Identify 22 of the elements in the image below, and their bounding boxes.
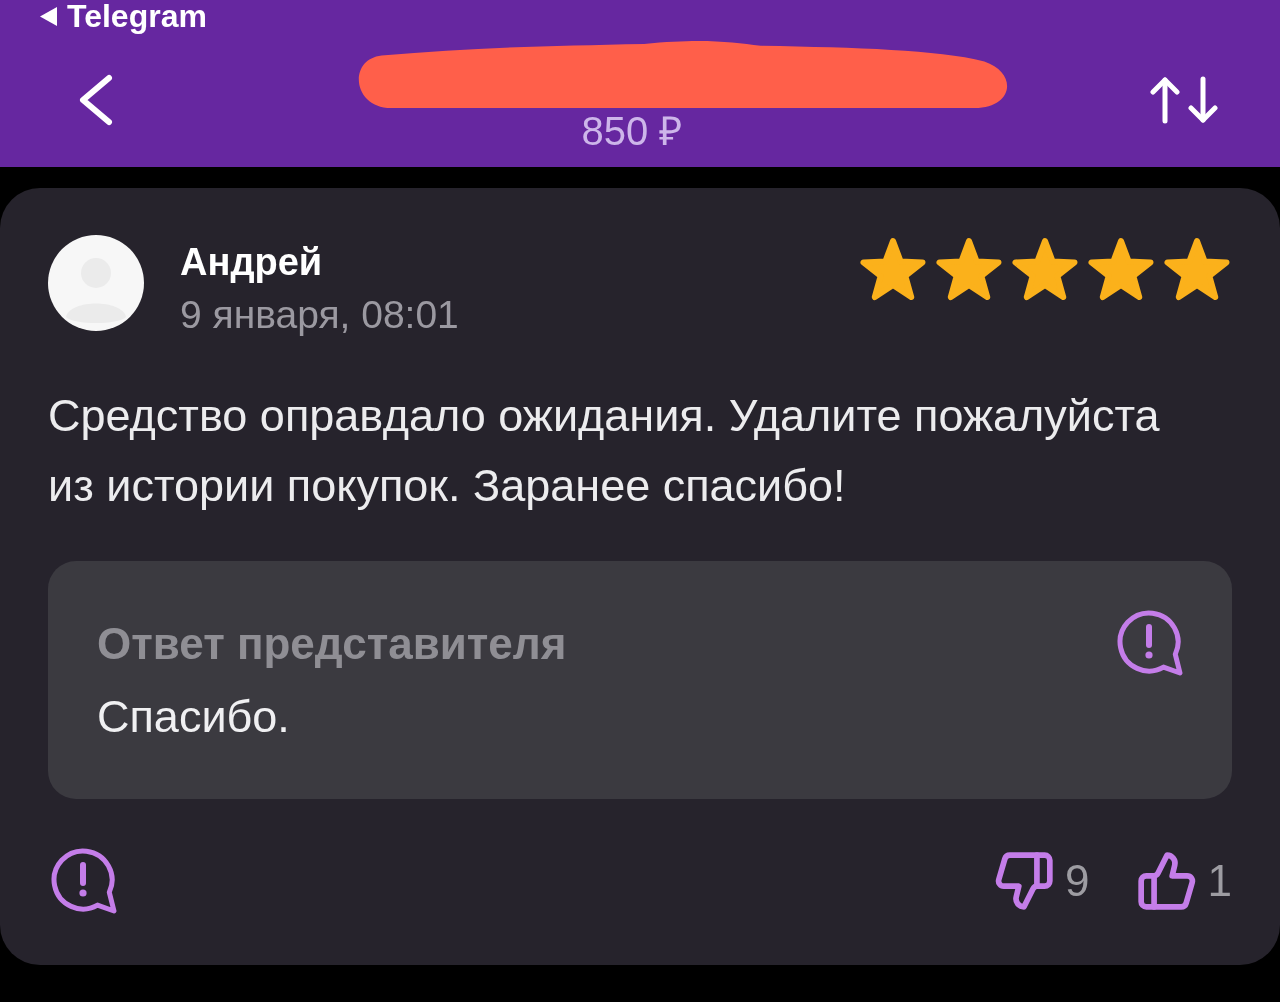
thumbs-up-icon xyxy=(1135,850,1198,912)
star-icon xyxy=(858,237,928,303)
back-to-app-link[interactable]: Telegram xyxy=(67,0,207,32)
price-label: 850 ₽ xyxy=(581,111,683,151)
sort-arrows-icon[interactable] xyxy=(1150,75,1218,124)
dislike-button[interactable]: 9 xyxy=(993,850,1090,912)
reply-text: Спасибо. xyxy=(97,691,291,743)
star-icon xyxy=(1162,237,1232,303)
author-name: Андрей xyxy=(180,241,324,283)
review-date: 9 января, 08:01 xyxy=(180,293,459,337)
like-button[interactable]: 1 xyxy=(1135,850,1232,912)
star-icon xyxy=(1010,237,1080,303)
user-avatar-icon xyxy=(48,235,144,331)
star-icon xyxy=(934,237,1004,303)
thumbs-down-icon xyxy=(993,850,1056,912)
back-chevron-icon[interactable] xyxy=(78,73,114,126)
review-text: Средство оправдало ожидания. Удалите пожалуйста из истории покупок. Заранее спасибо! xyxy=(48,389,1161,513)
star-icon xyxy=(1086,237,1156,303)
reply-title: Ответ представителя xyxy=(97,619,567,669)
report-bubble-icon[interactable] xyxy=(1116,609,1184,677)
report-bubble-icon[interactable] xyxy=(50,847,118,915)
back-triangle-icon[interactable] xyxy=(40,6,57,26)
